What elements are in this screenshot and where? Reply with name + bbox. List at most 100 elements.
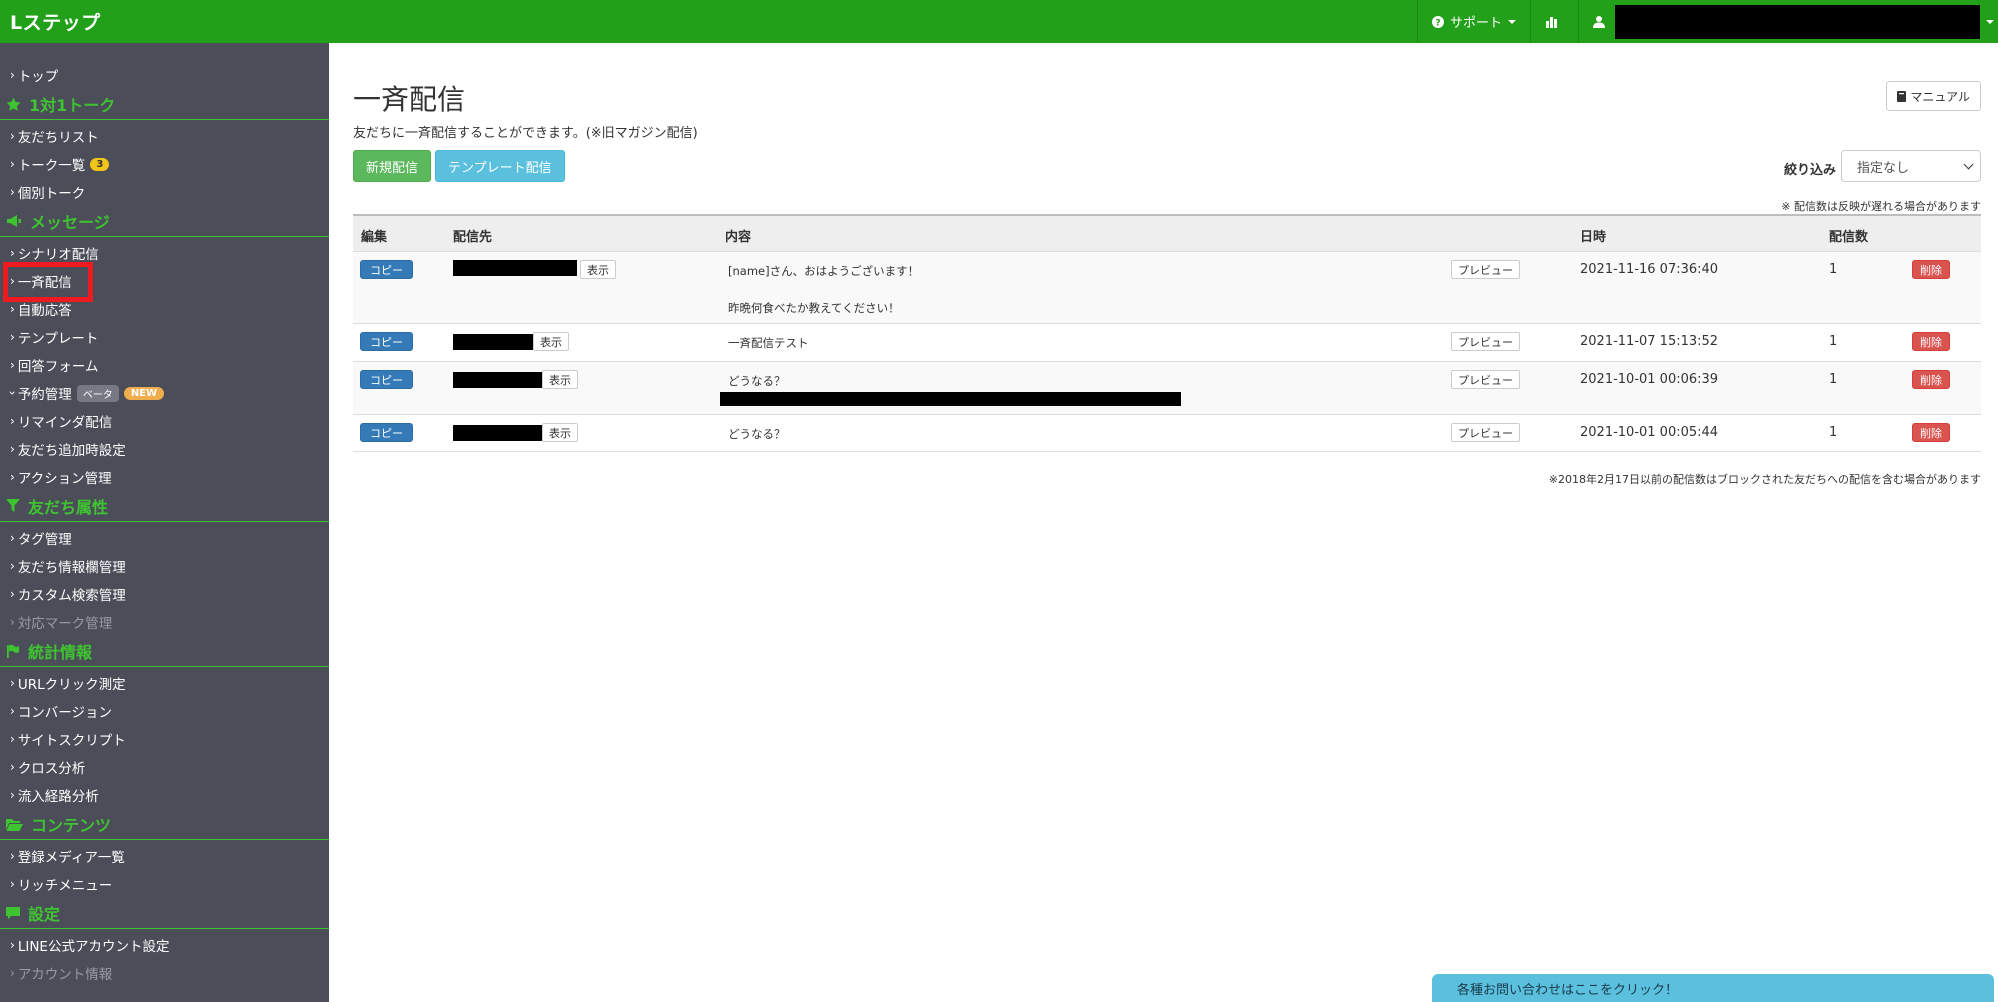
chevron-right-icon: › — [10, 877, 15, 891]
book-icon — [1897, 90, 1907, 102]
sidebar-item-reminder[interactable]: › リマインダ配信 — [0, 407, 329, 435]
table-row: コピー 表示 どうなる？ プレビュー 2021-10-01 00:06:39 1… — [353, 361, 1981, 414]
sidebar-section-friend-attr: 友だち属性 — [0, 491, 329, 522]
chevron-right-icon: › — [10, 470, 15, 484]
flag-icon — [7, 644, 19, 658]
broadcast-count: 1 — [1829, 425, 1838, 440]
chevron-down-icon — [1986, 19, 1994, 24]
sidebar-item-template[interactable]: › テンプレート — [0, 323, 329, 351]
header-dest: 配信先 — [453, 230, 493, 245]
show-destination-button[interactable]: 表示 — [533, 332, 569, 351]
sidebar-item-tag[interactable]: › タグ管理 — [0, 524, 329, 552]
chevron-right-icon: › — [10, 849, 15, 863]
header-date: 日時 — [1580, 230, 1607, 245]
broadcast-count: 1 — [1829, 372, 1838, 387]
new-broadcast-button[interactable]: 新規配信 — [353, 150, 432, 182]
broadcast-count: 1 — [1829, 262, 1838, 277]
page-description: 友だちに一斉配信することができます。(※旧マガジン配信) — [353, 126, 698, 141]
table-header: 編集 配信先 内容 日時 配信数 — [353, 216, 1981, 251]
chevron-down-icon — [1508, 19, 1516, 24]
sidebar-item-inflow[interactable]: › 流入経路分析 — [0, 781, 329, 809]
preview-button[interactable]: プレビュー — [1451, 423, 1520, 442]
table-row: コピー 表示 [name]さん、おはようございます！ 昨晩何食べたか教えてくださ… — [353, 251, 1981, 323]
page-title: 一斉配信 — [353, 83, 466, 116]
chevron-right-icon: › — [10, 587, 15, 601]
sidebar-item-individual-talk[interactable]: › 個別トーク — [0, 178, 329, 206]
sidebar-item-friend-info[interactable]: › 友だち情報欄管理 — [0, 552, 329, 580]
sidebar-item-top[interactable]: › トップ — [0, 61, 329, 89]
sidebar-section-settings: 設定 — [0, 898, 329, 929]
sidebar-item-scenario[interactable]: › シナリオ配信 — [0, 239, 329, 267]
filter-select[interactable]: 指定なし — [1841, 150, 1981, 182]
sidebar-item-site-script[interactable]: › サイトスクリプト — [0, 725, 329, 753]
copy-button[interactable]: コピー — [360, 332, 413, 351]
user-menu[interactable] — [1578, 0, 1998, 43]
sidebar-item-conversion[interactable]: › コンバージョン — [0, 697, 329, 725]
sidebar-item-reservation[interactable]: › 予約管理 ベータ NEW — [0, 379, 329, 407]
content-line: [name]さん、おはようございます！ — [728, 264, 920, 278]
chevron-right-icon: › — [10, 330, 15, 344]
sidebar-item-auto-reply[interactable]: › 自動応答 — [0, 295, 329, 323]
show-destination-button[interactable]: 表示 — [542, 370, 578, 389]
preview-button[interactable]: プレビュー — [1451, 260, 1520, 279]
chevron-right-icon: › — [10, 246, 15, 260]
blocked-count-note: ※2018年2月17日以前の配信数はブロックされた友だちへの配信を含む場合があり… — [1548, 473, 1981, 486]
redacted-destination — [453, 260, 577, 276]
sidebar-item-line-account[interactable]: › LINE公式アカウント設定 — [0, 931, 329, 959]
sidebar-item-mark: › 対応マーク管理 — [10, 615, 113, 632]
preview-button[interactable]: プレビュー — [1451, 332, 1520, 351]
header-edit: 編集 — [361, 230, 388, 245]
sidebar-item-friend-add-settings[interactable]: › 友だち追加時設定 — [0, 435, 329, 463]
redacted-content — [720, 392, 1181, 406]
sidebar-item-media[interactable]: › 登録メディア一覧 — [0, 842, 329, 870]
redacted-destination — [453, 372, 542, 388]
sidebar: › トップ 1対1トーク › 友だちリスト › トーク一覧 3 › 個別トーク メッセージ… — [0, 43, 329, 1002]
stats-button[interactable] — [1530, 0, 1578, 43]
content-line: 昨晩何食べたか教えてください！ — [728, 301, 900, 315]
brand-logo[interactable]: Lステップ — [0, 8, 101, 35]
chevron-right-icon: › — [10, 760, 15, 774]
filter-icon — [6, 499, 20, 512]
chevron-right-icon: › — [10, 676, 15, 690]
filter-label: 絞り込み — [1783, 163, 1836, 178]
sidebar-item-friend-list[interactable]: › 友だちリスト — [0, 122, 329, 150]
preview-button[interactable]: プレビュー — [1451, 370, 1520, 389]
sidebar-item-rich-menu[interactable]: › リッチメニュー — [0, 870, 329, 898]
new-badge: NEW — [123, 386, 165, 400]
sidebar-item-url-click[interactable]: › URLクリック測定 — [0, 669, 329, 697]
chevron-right-icon: › — [10, 157, 15, 171]
delete-button[interactable]: 削除 — [1912, 332, 1950, 351]
support-label: サポート — [1449, 16, 1502, 31]
support-menu[interactable]: ? サポート — [1416, 0, 1530, 43]
delete-button[interactable]: 削除 — [1912, 423, 1950, 442]
sidebar-item-talk-list[interactable]: › トーク一覧 3 — [0, 150, 329, 178]
sidebar-item-action[interactable]: › アクション管理 — [0, 463, 329, 491]
chevron-right-icon: › — [10, 704, 15, 718]
chevron-right-icon: › — [10, 615, 15, 629]
copy-button[interactable]: コピー — [360, 260, 413, 279]
unread-count-badge: 3 — [90, 157, 110, 171]
header-content: 内容 — [725, 230, 752, 245]
contact-bar[interactable]: 各種お問い合わせはここをクリック！ — [1432, 974, 1994, 1002]
show-destination-button[interactable]: 表示 — [542, 423, 578, 442]
sidebar-item-form[interactable]: › 回答フォーム — [0, 351, 329, 379]
chevron-right-icon: › — [10, 966, 15, 980]
delete-button[interactable]: 削除 — [1912, 260, 1950, 279]
template-broadcast-button[interactable]: テンプレート配信 — [435, 150, 565, 182]
folder-icon — [6, 818, 23, 831]
sidebar-item-cross-analysis[interactable]: › クロス分析 — [0, 753, 329, 781]
broadcast-date: 2021-11-16 07:36:40 — [1580, 262, 1719, 277]
chevron-right-icon: › — [10, 442, 15, 456]
bar-chart-icon — [1546, 16, 1557, 28]
sidebar-item-custom-search[interactable]: › カスタム検索管理 — [0, 580, 329, 608]
sidebar-item-broadcast[interactable]: › 一斉配信 — [0, 262, 329, 302]
sidebar-section-talk: 1対1トーク — [0, 89, 329, 120]
copy-button[interactable]: コピー — [360, 423, 413, 442]
chevron-right-icon: › — [10, 129, 15, 143]
chevron-right-icon: › — [10, 185, 15, 199]
chevron-right-icon: › — [10, 559, 15, 573]
show-destination-button[interactable]: 表示 — [580, 260, 616, 279]
delete-button[interactable]: 削除 — [1912, 370, 1950, 389]
copy-button[interactable]: コピー — [360, 370, 413, 389]
manual-button[interactable]: マニュアル — [1886, 81, 1981, 111]
